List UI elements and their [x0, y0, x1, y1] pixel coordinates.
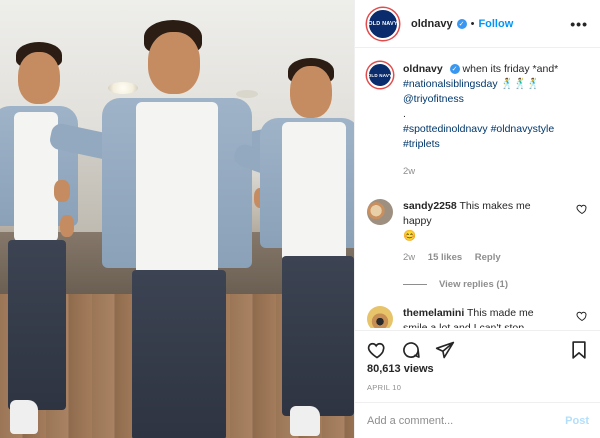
caption-username[interactable]: oldnavy [403, 63, 443, 75]
more-icon[interactable]: ••• [570, 16, 588, 32]
heart-icon[interactable] [367, 340, 387, 360]
header-username[interactable]: oldnavy [411, 18, 453, 30]
follow-button[interactable]: Follow [478, 18, 513, 30]
hashtag-link[interactable]: #spottedinoldnavy #oldnavystyle [403, 123, 554, 135]
verified-badge-icon: ✓ [449, 64, 460, 75]
instagram-post: OLD NAVY oldnavy ✓ • Follow ••• OLD NAVY… [0, 0, 600, 438]
replies-line [403, 284, 427, 285]
view-replies-button[interactable]: View replies (1) [403, 279, 588, 290]
mention-link[interactable]: @triyofitness [403, 93, 464, 105]
post-side-panel: OLD NAVY oldnavy ✓ • Follow ••• OLD NAVY… [354, 0, 600, 438]
caption-body: oldnavy ✓ when its friday *and* #nationa… [403, 62, 588, 179]
share-icon[interactable] [435, 340, 455, 360]
verified-badge-icon: ✓ [456, 18, 467, 29]
comment-body: sandy2258 This makes me happy 😊 2w 15 li… [403, 199, 560, 265]
dancer-right [230, 56, 354, 438]
heart-icon[interactable] [576, 203, 588, 215]
commenter-avatar[interactable] [367, 306, 393, 328]
commenter-avatar[interactable] [367, 199, 393, 225]
profile-avatar[interactable]: OLD NAVY [367, 7, 399, 40]
separator-dot: • [470, 17, 475, 30]
caption-age: 2w [403, 166, 416, 177]
caption-text: when its friday *and* [462, 63, 559, 75]
comments-list: OLD NAVY oldnavy ✓ when its friday *and*… [355, 48, 600, 328]
comment-body: themelamini This made me smile a lot and… [403, 306, 560, 328]
post-button[interactable]: Post [565, 415, 589, 427]
comment-meta: 2w 15 likes Reply [403, 250, 560, 265]
caption: OLD NAVY oldnavy ✓ when its friday *and*… [367, 62, 588, 179]
hashtag-link[interactable]: #nationalsiblingsday [403, 78, 498, 90]
comment-input[interactable] [367, 414, 566, 427]
hashtag-link[interactable]: #triplets [403, 138, 440, 150]
post-header: OLD NAVY oldnavy ✓ • Follow ••• [355, 0, 600, 48]
bookmark-icon[interactable] [569, 340, 589, 360]
post-video[interactable] [0, 0, 354, 438]
caption-avatar[interactable]: OLD NAVY [367, 62, 393, 88]
comment-item: themelamini This made me smile a lot and… [367, 306, 588, 328]
view-replies-label: View replies (1) [439, 279, 508, 290]
comment-username[interactable]: themelamini [403, 307, 464, 319]
logo-text: OLD NAVY [367, 72, 393, 78]
post-date[interactable]: APRIL 10 [367, 383, 401, 392]
comment-emoji: 😊 [403, 230, 417, 242]
heart-icon[interactable] [576, 310, 588, 322]
comment-username[interactable]: sandy2258 [403, 200, 457, 212]
caption-dot: . [403, 108, 406, 120]
comment-item: sandy2258 This makes me happy 😊 2w 15 li… [367, 199, 588, 265]
logo-text: OLD NAVY [368, 20, 398, 27]
view-count[interactable]: 80,613 views [367, 363, 434, 375]
comment-age: 2w [403, 252, 416, 263]
comment-likes[interactable]: 15 likes [428, 252, 462, 263]
comment-icon[interactable] [401, 340, 421, 360]
caption-emoji: 🕺🕺🕺 [500, 78, 540, 90]
comment-composer: Post [355, 402, 600, 438]
reply-button[interactable]: Reply [475, 252, 501, 263]
